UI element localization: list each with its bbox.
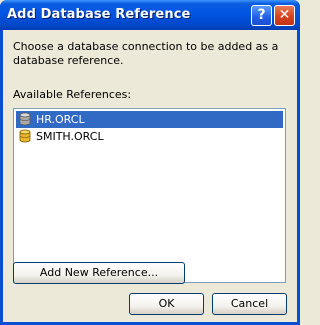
- title-bar[interactable]: Add Database Reference ? ✕: [0, 0, 300, 30]
- dialog-body: Choose a database connection to be added…: [3, 30, 297, 322]
- close-icon: ✕: [278, 7, 291, 23]
- available-references-label: Available References:: [13, 88, 132, 101]
- dialog-title: Add Database Reference: [7, 7, 191, 22]
- list-item-label: SMITH.ORCL: [36, 130, 104, 143]
- database-icon: [19, 129, 31, 143]
- add-new-reference-button[interactable]: Add New Reference...: [13, 262, 185, 284]
- ok-button[interactable]: OK: [129, 293, 204, 315]
- help-icon: ?: [257, 7, 266, 23]
- description-text: Choose a database connection to be added…: [13, 40, 279, 67]
- list-item-label: HR.ORCL: [36, 113, 85, 126]
- list-item-smith-orcl[interactable]: SMITH.ORCL: [16, 128, 283, 145]
- references-listbox[interactable]: HR.ORCL SMITH.ORCL: [13, 108, 286, 283]
- help-button[interactable]: ?: [251, 5, 272, 26]
- close-button[interactable]: ✕: [274, 5, 295, 26]
- database-icon: [19, 112, 31, 126]
- cancel-button[interactable]: Cancel: [212, 293, 287, 315]
- list-item-hr-orcl[interactable]: HR.ORCL: [16, 111, 283, 128]
- dialog-window: Add Database Reference ? ✕ Choose a data…: [0, 0, 300, 325]
